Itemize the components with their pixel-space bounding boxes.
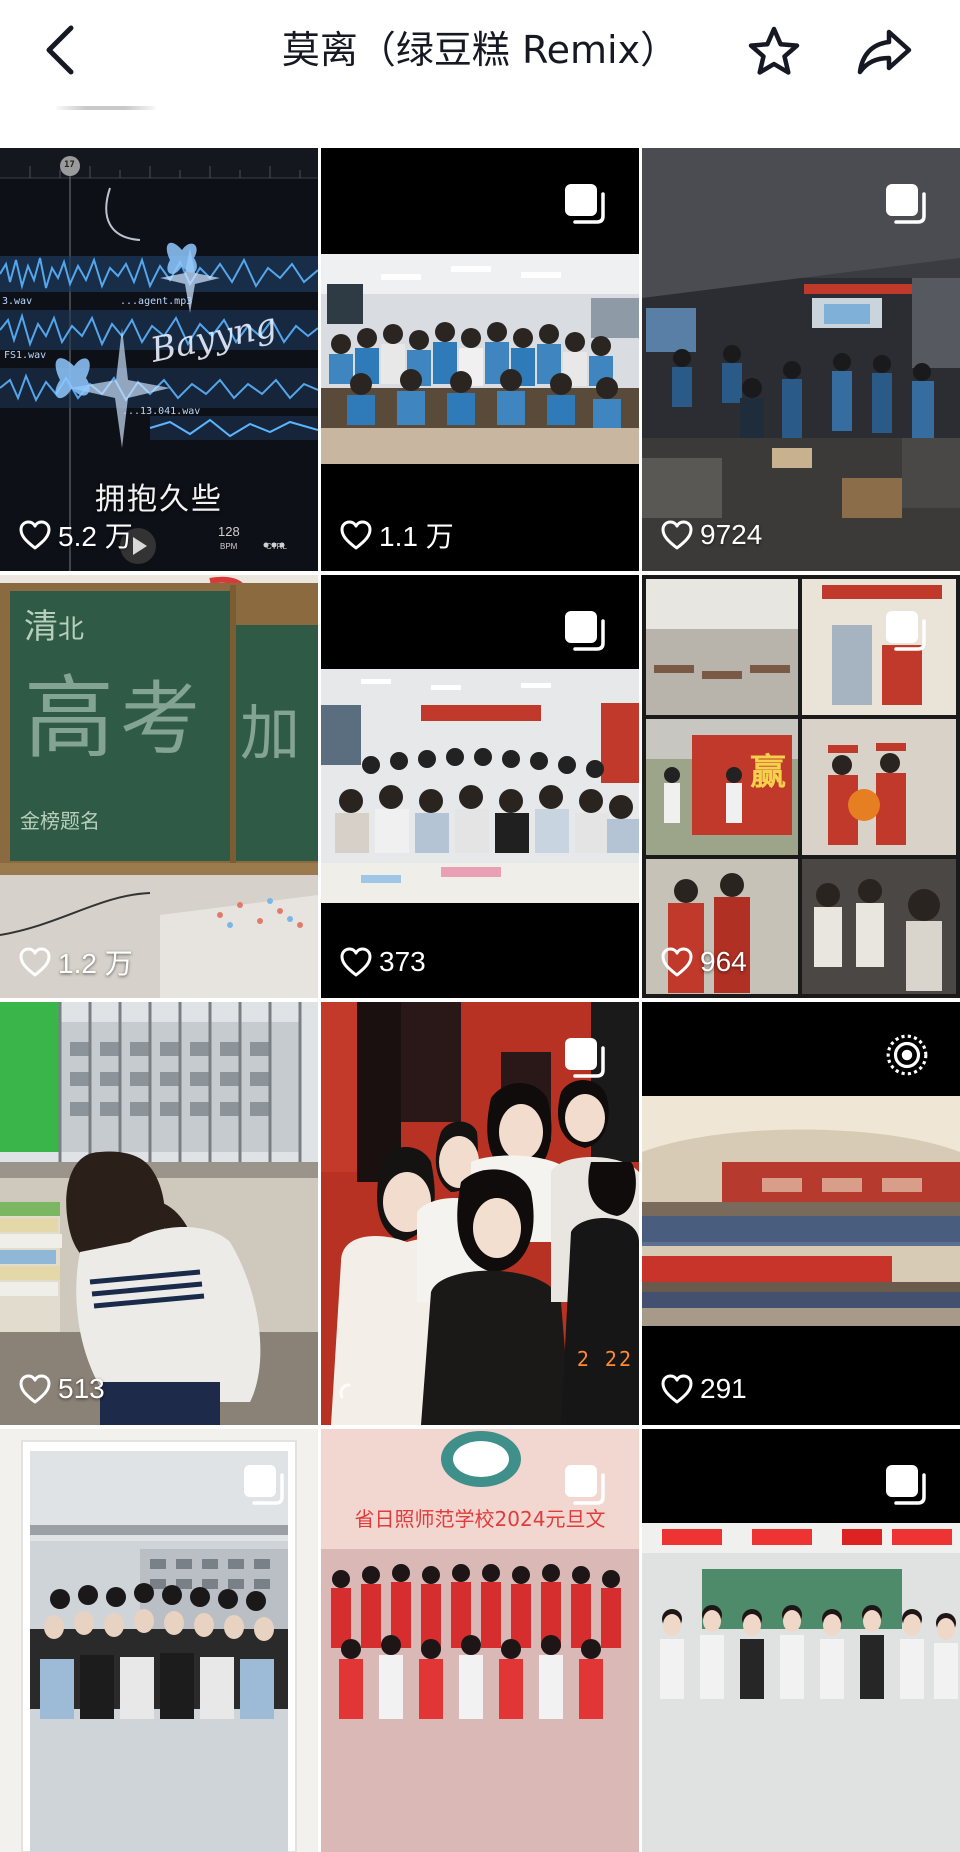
back-button[interactable] — [30, 18, 90, 82]
like-count: 1.1 万 — [339, 515, 454, 555]
like-count-value: 1.1 万 — [379, 521, 454, 552]
share-arrow-icon — [857, 29, 912, 75]
loading-spinner-icon — [339, 1383, 351, 1399]
grid-item-6[interactable]: 赢 964 — [642, 575, 960, 998]
grid-item-5[interactable]: 373 — [321, 575, 639, 998]
tab-indicator — [56, 106, 156, 110]
image-set-icon — [886, 1465, 926, 1505]
page-title: 莫离（绿豆糕 Remix） — [281, 28, 679, 72]
like-count: 9724 — [660, 515, 762, 555]
live-photo-icon — [886, 1034, 928, 1076]
heart-outline-icon — [340, 947, 372, 977]
photo-timestamp: 2 22 — [576, 1347, 633, 1371]
heart-outline-icon — [340, 520, 372, 550]
grid-item-8[interactable]: 2 22 — [321, 1002, 639, 1425]
favorite-button[interactable] — [742, 20, 806, 84]
like-count-value: 373 — [379, 946, 426, 977]
top-bar: 莫离（绿豆糕 Remix） — [0, 0, 960, 110]
grid-item-11[interactable]: 省日照师范学校2024元旦文 — [321, 1429, 639, 1852]
chevron-left-icon — [46, 25, 74, 75]
heart-outline-icon — [19, 947, 51, 977]
like-count-value: 513 — [58, 1373, 105, 1404]
grid-item-2[interactable]: 1.1 万 — [321, 148, 639, 571]
grid-item-1[interactable]: 3.wav ...agent.mp3 FS1.wav ...13.041.wav… — [0, 148, 318, 571]
audio-file-label: FS1.wav — [4, 350, 47, 361]
video-caption: 拥抱久些 — [95, 482, 223, 517]
like-count-value: 291 — [700, 1373, 747, 1404]
grid-item-4[interactable]: 清北 高 考 加 金榜题名 1.2 万 — [0, 575, 318, 998]
photo-thumbnail — [0, 1002, 318, 1425]
content-grid: 3.wav ...agent.mp3 FS1.wav ...13.041.wav… — [0, 148, 960, 1852]
image-set-icon — [565, 611, 605, 651]
image-set-icon — [565, 1038, 605, 1078]
like-count: 373 — [339, 942, 426, 982]
image-set-icon — [244, 1465, 284, 1505]
grid-item-3[interactable]: 9724 — [642, 148, 960, 571]
audio-file-label: ...agent.mp3 — [120, 296, 193, 307]
audio-file-label: 3.wav — [2, 296, 33, 307]
share-button[interactable] — [852, 20, 916, 84]
ctrl-label: CTRL — [266, 542, 287, 551]
like-count-value: 1.2 万 — [58, 948, 133, 979]
like-count-value: 964 — [700, 946, 747, 977]
bpm-value: 128 — [218, 524, 240, 539]
like-count: 5.2 万 — [18, 515, 133, 555]
like-count: 513 — [18, 1369, 105, 1409]
poster-text: 赢 — [749, 751, 786, 793]
heart-outline-icon — [661, 1374, 693, 1404]
star-outline-icon — [748, 26, 800, 75]
heart-outline-icon — [19, 520, 51, 550]
like-count-value: 5.2 万 — [58, 521, 133, 552]
audio-file-label: ...13.041.wav — [122, 406, 201, 417]
image-set-icon — [886, 184, 926, 224]
like-count: 964 — [660, 942, 747, 982]
grid-item-10[interactable] — [0, 1429, 318, 1852]
grid-item-7[interactable]: 513 — [0, 1002, 318, 1425]
image-set-icon — [565, 1465, 605, 1505]
heart-outline-icon — [661, 520, 693, 550]
like-count-value: 9724 — [700, 519, 763, 550]
image-set-icon — [886, 611, 926, 651]
event-banner-text: 省日照师范学校2024元旦文 — [354, 1507, 606, 1531]
heart-outline-icon — [19, 1374, 51, 1404]
like-count: 291 — [660, 1369, 747, 1409]
heart-outline-icon — [661, 947, 693, 977]
grid-item-12[interactable] — [642, 1429, 960, 1852]
grid-item-9[interactable]: 291 — [642, 1002, 960, 1425]
image-set-icon — [565, 184, 605, 224]
playhead-label: 17 — [64, 160, 75, 170]
like-count: 1.2 万 — [18, 942, 133, 982]
bpm-label: BPM — [220, 542, 238, 551]
